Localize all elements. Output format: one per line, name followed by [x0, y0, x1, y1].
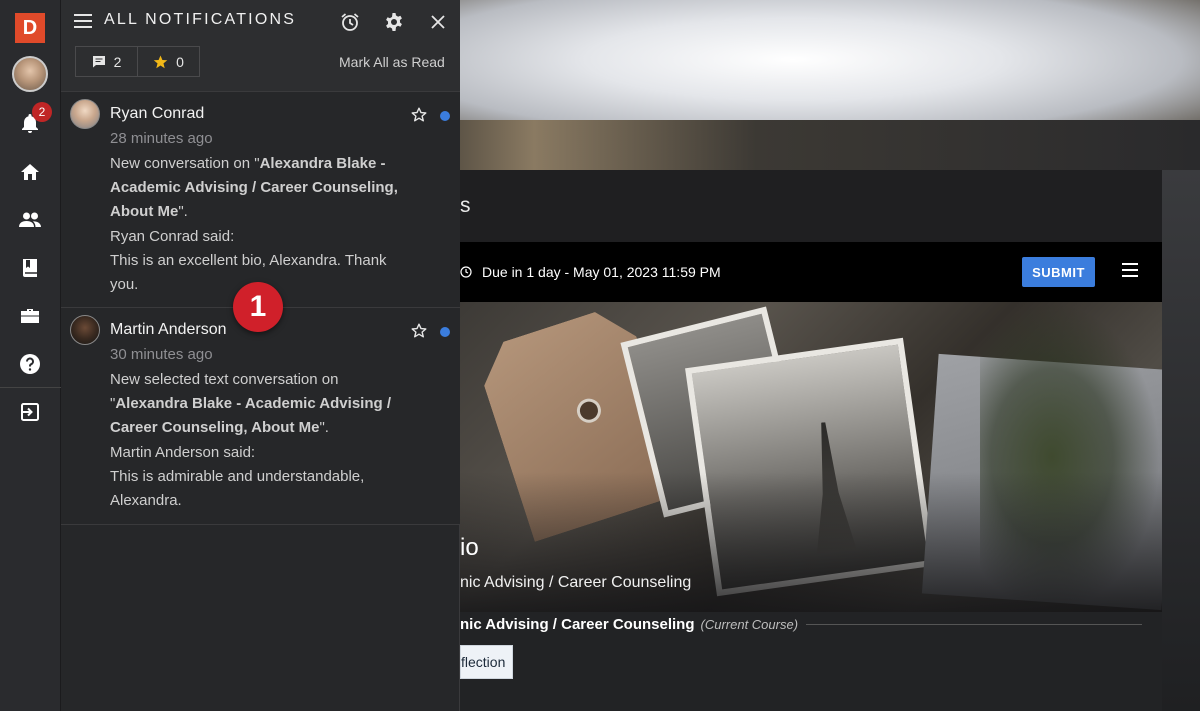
app-logo[interactable]: D	[15, 13, 45, 43]
card-title: s	[460, 194, 471, 217]
notification-message: This is admirable and understandable, Al…	[110, 467, 365, 510]
close-icon[interactable]	[427, 11, 449, 33]
reflection-button[interactable]: flection	[460, 645, 513, 679]
assignment-card: s Due in 1 day - May 01, 2023 11:59 PM S…	[460, 170, 1162, 711]
notification-said: Ryan Conrad said:	[110, 227, 235, 245]
home-icon[interactable]	[19, 161, 41, 183]
card-menu-icon[interactable]	[1122, 263, 1138, 281]
notifications-panel: ALL NOTIFICATIONS 2 0 Mark All as Read R…	[61, 0, 460, 711]
hero-heading: io	[460, 534, 479, 561]
divider	[806, 623, 1142, 625]
notification-author: Martin Anderson	[110, 321, 227, 338]
notification-body: New conversation on "Alexandra Blake - A…	[110, 152, 415, 297]
comment-icon	[92, 56, 105, 68]
book-icon[interactable]	[19, 257, 41, 279]
clock-icon	[460, 266, 472, 278]
panel-title: ALL NOTIFICATIONS	[104, 11, 297, 28]
notification-suffix: ".	[319, 419, 329, 437]
people-icon[interactable]	[19, 209, 41, 231]
star-filled-icon	[153, 55, 168, 68]
alarm-clock-icon[interactable]	[339, 11, 361, 33]
notification-time: 30 minutes ago	[110, 346, 213, 363]
notification-suffix: ".	[178, 203, 188, 221]
course-note: (Current Course)	[700, 616, 799, 632]
avatar	[70, 315, 100, 345]
notification-body: New selected text conversation on "Alexa…	[110, 368, 415, 513]
background-edge	[1160, 170, 1200, 711]
card-title-bar: s	[460, 170, 1162, 242]
user-avatar[interactable]	[12, 56, 48, 92]
due-text: Due in 1 day - May 01, 2023 11:59 PM	[482, 264, 721, 280]
notification-time: 28 minutes ago	[110, 130, 213, 147]
notification-filters: 2 0	[75, 46, 200, 77]
star-outline-icon[interactable]	[411, 107, 427, 123]
avatar	[70, 99, 100, 129]
due-date: Due in 1 day - May 01, 2023 11:59 PM	[460, 242, 721, 302]
course-line: nic Advising / Career Counseling (Curren…	[460, 613, 1142, 635]
notification-prefix: New conversation on "	[110, 155, 260, 172]
step-number-badge: 1	[233, 282, 283, 332]
mark-all-read-button[interactable]: Mark All as Read	[339, 54, 445, 70]
gear-icon[interactable]	[383, 11, 405, 33]
notification-said: Martin Anderson said:	[110, 443, 256, 461]
comment-count: 2	[113, 53, 122, 70]
rail-divider	[0, 387, 61, 388]
notification-count-badge: 2	[32, 102, 52, 122]
notification-author: Ryan Conrad	[110, 105, 205, 122]
unread-indicator	[440, 111, 450, 121]
course-name: nic Advising / Career Counseling	[460, 615, 695, 633]
unread-indicator	[440, 327, 450, 337]
notifications-header: ALL NOTIFICATIONS 2 0 Mark All as Read	[61, 0, 460, 92]
star-count: 0	[176, 53, 184, 70]
hero-image	[460, 302, 1162, 612]
hero-subheading: nic Advising / Career Counseling	[460, 574, 692, 591]
briefcase-icon[interactable]	[19, 305, 41, 327]
left-rail: D 2	[0, 0, 61, 711]
exit-icon[interactable]	[19, 401, 41, 423]
submit-button[interactable]: SUBMIT	[1022, 257, 1095, 287]
star-outline-icon[interactable]	[411, 323, 427, 339]
notification-item[interactable]: Martin Anderson 30 minutes ago New selec…	[61, 308, 460, 525]
notification-item[interactable]: Ryan Conrad 28 minutes ago New conversat…	[61, 92, 460, 308]
app-window: s Due in 1 day - May 01, 2023 11:59 PM S…	[0, 0, 1200, 711]
notification-link[interactable]: Alexandra Blake - Academic Advising / Ca…	[110, 395, 391, 436]
help-icon[interactable]	[19, 353, 41, 375]
filter-comments[interactable]: 2	[76, 47, 137, 76]
card-toolbar: Due in 1 day - May 01, 2023 11:59 PM SUB…	[460, 242, 1162, 302]
filter-starred[interactable]: 0	[137, 47, 199, 76]
hamburger-menu-icon[interactable]	[74, 14, 92, 30]
